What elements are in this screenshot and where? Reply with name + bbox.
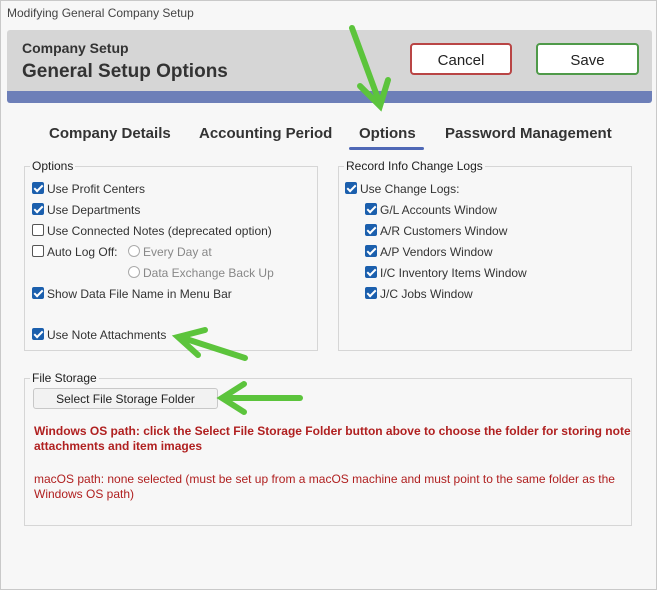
annotation-arrows xyxy=(171,25,391,415)
arrow-to-options-tab-icon xyxy=(349,25,391,112)
arrow-to-note-attachments-icon xyxy=(171,327,248,361)
arrow-to-file-storage-button-icon xyxy=(216,381,303,415)
